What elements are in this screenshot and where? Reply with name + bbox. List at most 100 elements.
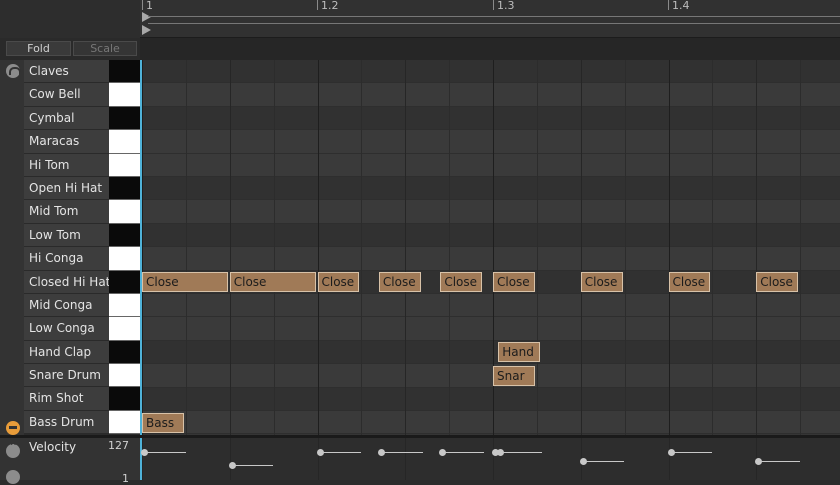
piano-key[interactable]: [109, 106, 140, 131]
midi-note[interactable]: Close: [440, 272, 483, 293]
bar-label: 1.2: [321, 0, 339, 12]
grid-lane: [140, 247, 840, 271]
grid-lane: [140, 106, 840, 131]
timeline-ruler[interactable]: 1 1.2 1.3 1.4: [140, 0, 840, 38]
grid-lane: [140, 60, 840, 84]
velocity-label: Velocity: [29, 440, 77, 454]
drum-name[interactable]: Closed Hi Hat: [24, 270, 110, 294]
midi-note[interactable]: Close: [317, 272, 360, 293]
grid-line: [273, 60, 275, 435]
midi-note[interactable]: Close: [378, 272, 421, 293]
grid-lane: [140, 411, 840, 435]
midi-drum-editor: 1 1.2 1.3 1.4 Fold Scale Claves Cow Bell C…: [0, 0, 840, 485]
drum-name[interactable]: Maracas: [24, 130, 109, 154]
piano-key[interactable]: [109, 317, 140, 341]
midi-note[interactable]: Close: [142, 272, 228, 293]
velocity-handle[interactable]: [377, 449, 385, 457]
midi-note[interactable]: Close: [493, 272, 535, 293]
drum-name[interactable]: Open Hi Hat: [24, 176, 109, 201]
headphones-icon[interactable]: [6, 64, 21, 78]
midi-note[interactable]: Close: [229, 272, 316, 293]
preview-icon[interactable]: [6, 421, 20, 435]
velocity-max: 127: [108, 439, 129, 452]
drum-name[interactable]: Mid Conga: [24, 293, 109, 318]
velocity-handle[interactable]: [141, 449, 148, 457]
piano-key[interactable]: [109, 176, 140, 201]
drum-name[interactable]: Hi Tom: [24, 153, 109, 177]
velocity-lane[interactable]: [140, 438, 840, 480]
piano-key[interactable]: [109, 364, 140, 388]
drum-name[interactable]: Hand Clap: [24, 340, 109, 365]
bar-label: 1: [146, 0, 153, 12]
piano-key[interactable]: [109, 247, 140, 271]
drum-name[interactable]: Hi Conga: [24, 247, 109, 271]
midi-note[interactable]: Close: [580, 272, 623, 293]
grid-lane: [140, 83, 840, 107]
midi-note[interactable]: Snar: [493, 365, 535, 386]
midi-note[interactable]: Close: [668, 272, 711, 293]
piano-key[interactable]: [109, 270, 140, 294]
piano-key[interactable]: [109, 293, 140, 318]
scale-button[interactable]: Scale: [73, 41, 137, 56]
drum-name[interactable]: Low Conga: [24, 317, 109, 341]
drum-name[interactable]: Low Tom: [24, 223, 109, 248]
grid-line: [800, 60, 802, 435]
note-grid[interactable]: Close Close Close Close Close Close Close Close…: [140, 60, 840, 435]
loop-line: [148, 23, 840, 24]
grid-line: [361, 60, 363, 435]
velocity-handle[interactable]: [316, 449, 324, 457]
grid-lane: [140, 153, 840, 177]
velocity-grid-line: [317, 438, 319, 480]
velocity-handle[interactable]: [439, 449, 447, 457]
expand-lane-icon[interactable]: [6, 470, 20, 484]
velocity-handle[interactable]: [667, 449, 675, 457]
drum-name[interactable]: Bass Drum: [24, 410, 109, 435]
velocity-handle[interactable]: [579, 457, 587, 465]
velocity-bar: [758, 460, 800, 462]
velocity-handle[interactable]: [497, 449, 505, 457]
midi-note[interactable]: Bass: [142, 412, 184, 433]
drum-name[interactable]: Cymbal: [24, 106, 109, 131]
drum-name[interactable]: Claves: [24, 60, 109, 84]
piano-key[interactable]: [109, 60, 140, 84]
velocity-bar: [380, 452, 423, 454]
velocity-bar: [500, 452, 542, 454]
piano-key[interactable]: [109, 83, 140, 107]
fold-button[interactable]: Fold: [6, 41, 71, 56]
grid-lane: [140, 317, 840, 341]
piano-key[interactable]: [109, 340, 140, 365]
loop-line: [148, 16, 840, 17]
drum-name[interactable]: Cow Bell: [24, 83, 109, 107]
fold-strip: [140, 38, 840, 60]
piano-key[interactable]: [109, 223, 140, 248]
velocity-handle[interactable]: [755, 457, 763, 465]
piano-key[interactable]: [109, 387, 140, 411]
piano-key[interactable]: [109, 410, 140, 435]
velocity-min: 1: [122, 472, 129, 485]
midi-note[interactable]: Hand: [498, 342, 541, 363]
grid-lane: [140, 177, 840, 201]
velocity-lane-icon[interactable]: [6, 440, 20, 458]
grid-line: [317, 60, 319, 435]
grid-lane: [140, 387, 840, 411]
grid-line: [229, 60, 231, 435]
piano-key[interactable]: [109, 130, 140, 154]
grid-line: [449, 60, 451, 435]
drum-name[interactable]: Snare Drum: [24, 364, 109, 388]
grid-line: [756, 60, 758, 435]
velocity-bar: [144, 452, 186, 454]
start-marker-icon[interactable]: [142, 12, 151, 22]
drum-name[interactable]: Rim Shot: [24, 387, 109, 411]
grid-lane: [140, 340, 840, 365]
piano-key[interactable]: [109, 153, 140, 177]
velocity-grid-line: [668, 438, 670, 480]
drum-name[interactable]: Mid Tom: [24, 200, 109, 224]
bar-label: 1.3: [497, 0, 515, 12]
left-gutter: [0, 60, 24, 435]
piano-key[interactable]: [109, 200, 140, 224]
velocity-handle[interactable]: [228, 461, 236, 469]
grid-lane: [140, 223, 840, 248]
grid-line: [142, 60, 143, 435]
end-marker-icon[interactable]: [142, 25, 151, 35]
midi-note[interactable]: Close: [756, 272, 799, 293]
